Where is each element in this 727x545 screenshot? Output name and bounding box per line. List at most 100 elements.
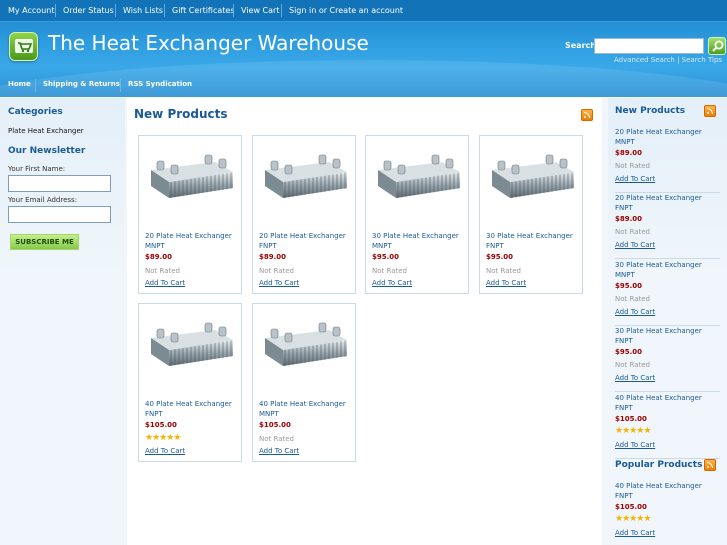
product-card: 30 Plate Heat Exchanger FNPT $95.00 Not Ra… (479, 135, 583, 294)
product-name-link[interactable]: 20 Plate Heat Exchanger FNPT (259, 231, 359, 251)
product-price: $105.00 (615, 503, 647, 511)
add-to-cart-link[interactable]: Add To Cart (615, 374, 655, 382)
product-price: $89.00 (615, 149, 643, 157)
search-tips-link[interactable]: Search Tips (682, 56, 722, 64)
search-button[interactable] (708, 37, 726, 55)
product-price: $89.00 (615, 215, 643, 224)
product-name-link[interactable]: 30 Plate Heat Exchanger MNPT (615, 260, 719, 280)
product-name-link[interactable]: 40 Plate Heat Exchanger FNPT (615, 481, 719, 501)
product-name-link[interactable]: 40 Plate Heat Exchanger FNPT (615, 393, 719, 413)
product-name-link[interactable]: 40 Plate Heat Exchanger FNPT (145, 399, 245, 419)
add-to-cart-link[interactable]: Add To Cart (615, 175, 655, 183)
rss-icon[interactable] (704, 105, 716, 117)
product-name-link[interactable]: 40 Plate Heat Exchanger MNPT (259, 399, 359, 419)
top-navigation: My Account Order Status Wish Lists Gift … (0, 0, 727, 22)
star-icon: ★ (643, 425, 651, 436)
home-link[interactable]: Home (8, 80, 31, 88)
wish-lists-link[interactable]: Wish Lists (123, 6, 163, 15)
product-image[interactable] (145, 148, 237, 208)
rating-text: Not Rated (615, 228, 650, 237)
product-price: $95.00 (372, 253, 400, 261)
new-products-heading: New Products (134, 107, 228, 121)
product-image[interactable] (259, 148, 351, 208)
rss-icon[interactable] (704, 459, 716, 471)
product-image[interactable] (145, 316, 237, 376)
product-name-link[interactable]: 20 Plate Heat Exchanger MNPT (615, 127, 719, 147)
rss-syndication-link[interactable]: RSS Syndication (128, 80, 192, 88)
gift-certificates-link[interactable]: Gift Certificates (172, 6, 235, 15)
product-price: $105.00 (615, 414, 647, 423)
product-name-link[interactable]: 30 Plate Heat Exchanger MNPT (372, 231, 472, 251)
magnifier-icon (712, 40, 724, 52)
cart-logo-icon[interactable] (9, 32, 38, 61)
rating-text: Not Rated (372, 267, 407, 275)
star-rating: ★★★★★ (615, 514, 651, 524)
product-image[interactable] (259, 316, 351, 376)
add-to-cart-link[interactable]: Add To Cart (145, 279, 185, 287)
rating-text: Not Rated (615, 294, 650, 303)
product-price: $105.00 (259, 421, 291, 429)
add-to-cart-link[interactable]: Add To Cart (259, 447, 299, 455)
product-name-link[interactable]: 30 Plate Heat Exchanger FNPT (615, 326, 719, 346)
first-name-field[interactable] (8, 175, 111, 192)
category-link[interactable]: Plate Heat Exchanger (8, 127, 84, 135)
newsletter-heading: Our Newsletter (8, 146, 86, 156)
nav-separator (35, 79, 36, 92)
add-to-cart-link[interactable]: Add To Cart (615, 529, 655, 537)
product-name-link[interactable]: 20 Plate Heat Exchanger MNPT (145, 231, 245, 251)
product-price: $105.00 (145, 421, 177, 429)
rss-icon[interactable] (581, 109, 593, 121)
right-new-products-heading: New Products (615, 106, 686, 116)
search-links: Advanced Search | Search Tips (614, 56, 722, 64)
rating-text: Not Rated (615, 361, 650, 370)
add-to-cart-link[interactable]: Add To Cart (145, 447, 185, 455)
rating-text: Not Rated (615, 162, 650, 170)
product-card: 40 Plate Heat Exchanger MNPT $105.00 Not R… (252, 303, 356, 462)
product-card: 40 Plate Heat Exchanger FNPT $105.00 ★★★★★… (138, 303, 242, 462)
add-to-cart-link[interactable]: Add To Cart (615, 241, 655, 249)
star-icon: ★ (643, 514, 651, 524)
product-price: $89.00 (145, 253, 173, 261)
categories-heading: Categories (8, 107, 63, 117)
product-image[interactable] (486, 148, 578, 208)
nav-separator (164, 4, 165, 17)
nav-separator (55, 4, 56, 17)
subscribe-button[interactable]: SUBSCRIBE ME (10, 234, 79, 250)
add-to-cart-link[interactable]: Add To Cart (372, 279, 412, 287)
search-input[interactable] (594, 38, 704, 54)
view-cart-link[interactable]: View Cart (241, 6, 279, 15)
sidebar-product: 30 Plate Heat Exchanger FNPT $95.00 Not Ra… (615, 326, 720, 393)
order-status-link[interactable]: Order Status (63, 6, 114, 15)
store-title[interactable]: The Heat Exchanger Warehouse (48, 31, 369, 55)
add-to-cart-link[interactable]: Add To Cart (486, 279, 526, 287)
nav-separator (115, 4, 116, 17)
shipping-returns-link[interactable]: Shipping & Returns (43, 80, 120, 88)
star-icon: ★ (173, 433, 181, 443)
product-card: 20 Plate Heat Exchanger FNPT $89.00 Not Ra… (252, 135, 356, 294)
nav-separator (233, 4, 234, 17)
popular-product: 40 Plate Heat Exchanger FNPT $105.00 ★★★★★… (615, 481, 720, 545)
product-name-link[interactable]: 20 Plate Heat Exchanger FNPT (615, 193, 719, 213)
nav-separator (281, 4, 282, 17)
sidebar-product: 20 Plate Heat Exchanger FNPT $89.00 Not Ra… (615, 193, 720, 260)
rating-text: Not Rated (486, 267, 521, 275)
sidebar-product: 30 Plate Heat Exchanger MNPT $95.00 Not Ra… (615, 260, 720, 326)
product-name-link[interactable]: 30 Plate Heat Exchanger FNPT (486, 231, 586, 251)
product-image[interactable] (372, 148, 464, 208)
star-rating: ★★★★★ (145, 433, 181, 443)
email-field[interactable] (8, 206, 111, 223)
add-to-cart-link[interactable]: Add To Cart (259, 279, 299, 287)
add-to-cart-link[interactable]: Add To Cart (615, 441, 655, 449)
product-card: 20 Plate Heat Exchanger MNPT $89.00 Not Ra… (138, 135, 242, 294)
product-price: $89.00 (259, 253, 287, 261)
main-navigation: Home Shipping & Returns RSS Syndication (0, 76, 727, 97)
popular-products-heading: Popular Products (615, 460, 703, 470)
my-account-link[interactable]: My Account (8, 6, 54, 15)
advanced-search-link[interactable]: Advanced Search (614, 56, 675, 64)
product-price: $95.00 (615, 281, 643, 290)
add-to-cart-link[interactable]: Add To Cart (615, 308, 655, 316)
site-header: My Account Order Status Wish Lists Gift … (0, 0, 727, 97)
sign-in-link[interactable]: Sign in or Create an account (289, 6, 403, 15)
rating-text: Not Rated (145, 267, 180, 275)
rating-text: Not Rated (259, 267, 294, 275)
